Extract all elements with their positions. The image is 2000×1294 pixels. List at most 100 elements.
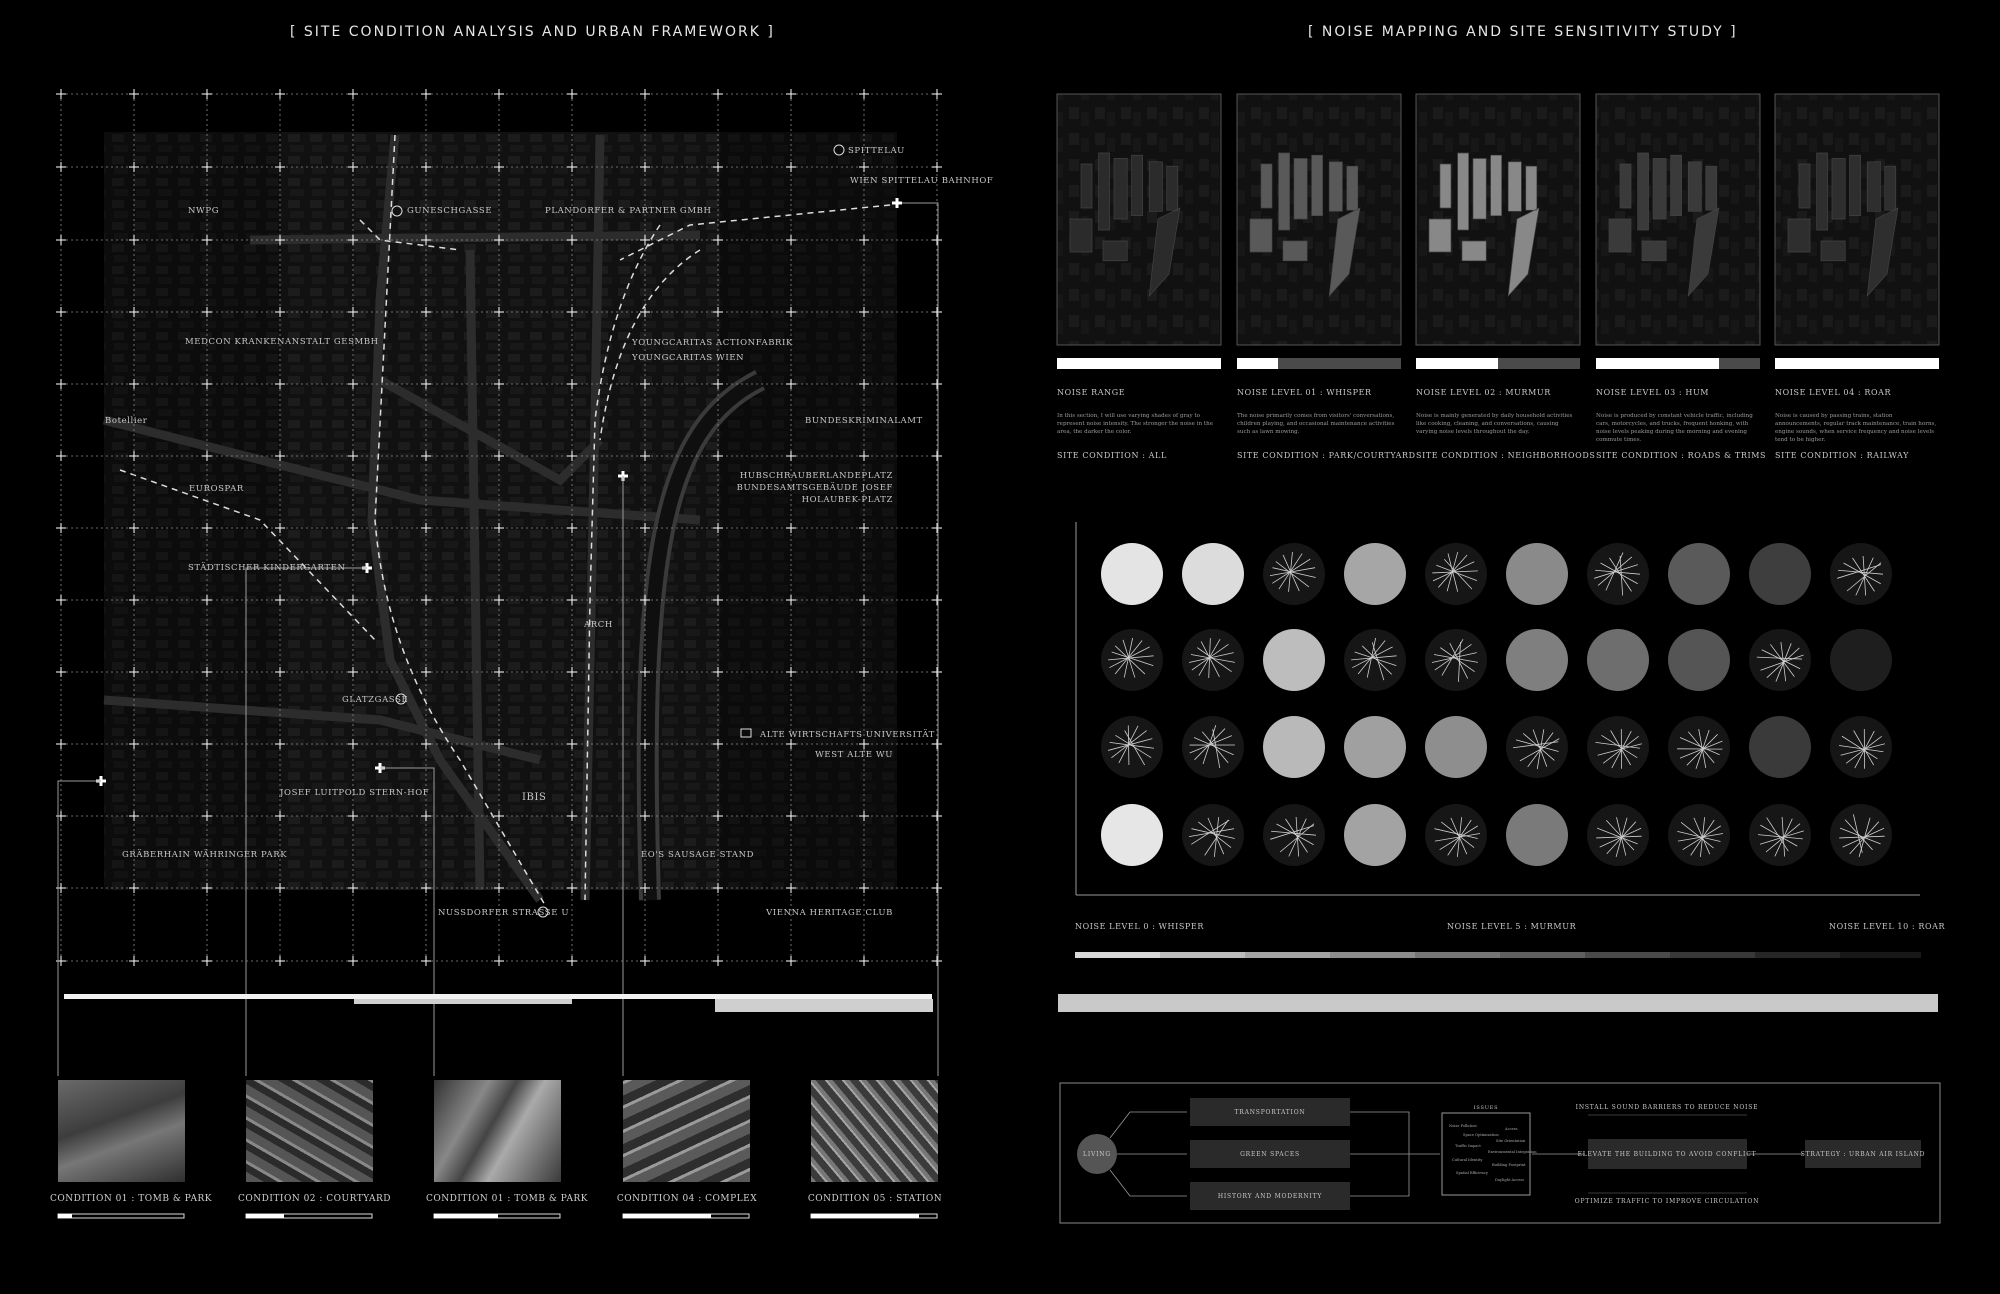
issue-item: Spatial Efficiency: [1456, 1171, 1489, 1175]
label-vienna-heritage: VIENNA HERITAGE CLUB: [765, 908, 893, 918]
condition-04: [623, 1080, 750, 1182]
noise-photo-circle: [1101, 716, 1163, 778]
label-medcon: MEDCON KRANKENANSTALT GESMBH: [185, 337, 379, 347]
label-arch: ARCH: [583, 620, 613, 630]
scale-right: NOISE LEVEL 10 : ROAR: [1829, 922, 1946, 931]
noise-level-desc-5: Noise is caused by passing trains, stati…: [1775, 413, 1937, 443]
noise-photo-circle: [1587, 716, 1649, 778]
label-youngcaritas-action: YOUNGCARITAS ACTIONFABRIK: [631, 338, 793, 348]
label-nussdorfer: NUSSDORFER STRASSE U: [438, 908, 569, 918]
noise-site-condition-2: SITE CONDITION : PARK/COURTYARD: [1237, 451, 1416, 460]
issue-item: Access: [1504, 1127, 1518, 1131]
scale-mid: NOISE LEVEL 5 : MURMUR: [1447, 922, 1577, 931]
condition-caption-04: CONDITION 04 : COMPLEX: [616, 1194, 758, 1204]
noise-level-desc-1: In this section, I will use varying shad…: [1057, 413, 1214, 435]
noise-photo-circle: [1749, 629, 1811, 691]
condition-01: [58, 1080, 185, 1182]
noise-bar-fill: [1596, 358, 1719, 369]
issue-item: Daylight Access: [1495, 1178, 1524, 1182]
issue-item: Site Orientation: [1496, 1139, 1526, 1143]
issue-item: Cultural Identity: [1452, 1158, 1483, 1162]
label-guneschgasse: GUNESCHGASSE: [407, 206, 492, 216]
optimize-traffic: OPTIMIZE TRAFFIC TO IMPROVE CIRCULATION: [1575, 1198, 1760, 1205]
noise-photo-circle: [1182, 804, 1244, 866]
noise-shade-circle: [1506, 629, 1568, 691]
elevate-box: ELEVATE THE BUILDING TO AVOID CONFLICT: [1578, 1151, 1757, 1158]
noise-site-condition-1: SITE CONDITION : ALL: [1057, 451, 1167, 460]
noise-photo-circle: [1830, 804, 1892, 866]
noise-photo-circle: [1263, 543, 1325, 605]
label-ibis: IBIS: [522, 792, 547, 803]
label-hubschrauber-3: HOLAUBEK-PLATZ: [802, 495, 893, 505]
noise-shade-circle: [1182, 543, 1244, 605]
strategy-box: STRATEGY : URBAN AIR ISLAND: [1801, 1151, 1926, 1158]
noise-photo-circle: [1425, 629, 1487, 691]
noise-shade-circle: [1830, 629, 1892, 691]
label-kindergarten: STÄDTISCHER KINDERGARTEN: [188, 561, 346, 573]
noise-shade-circle: [1587, 629, 1649, 691]
issue-item: Environmental Integration: [1488, 1150, 1537, 1154]
condition-caption-02: CONDITION 02 : COURTYARD: [238, 1194, 391, 1204]
label-eurospar: EUROSPAR: [189, 484, 244, 494]
noise-bar-2: [1237, 358, 1401, 369]
condition-caption-03: CONDITION 01 : TOMB & PARK: [426, 1194, 588, 1204]
noise-bar-fill: [1057, 358, 1221, 369]
label-graeberhain: GRÄBERHAIN WÄHRINGER PARK: [122, 848, 287, 860]
noise-shade-circle: [1749, 543, 1811, 605]
noise-circle-matrix: [1075, 522, 1920, 896]
noise-shade-circle: [1263, 716, 1325, 778]
noise-shade-circle: [1101, 543, 1163, 605]
noise-photo-circle: [1668, 804, 1730, 866]
label-nwpg: NWPG: [188, 206, 219, 216]
noise-bar-fill: [1775, 358, 1939, 369]
noise-shade-circle: [1506, 543, 1568, 605]
noise-photo-circle: [1182, 629, 1244, 691]
noise-bar-5: [1775, 358, 1939, 369]
noise-shade-circle: [1749, 716, 1811, 778]
issues-title: ISSUES: [1474, 1105, 1499, 1111]
label-spittelau: SPITTELAU: [848, 146, 905, 156]
label-hubschrauber-2: BUNDESAMTSGEBÄUDE JOSEF: [737, 481, 893, 493]
noise-bar-3: [1416, 358, 1580, 369]
label-plandorfer: PLANDORFER & PARTNER GMBH: [545, 206, 712, 216]
strategy-diagram: LIVING TRANSPORTATION GREEN SPACES HISTO…: [1059, 1082, 1941, 1224]
condition-bars: [57, 1213, 938, 1219]
noise-photo-circle: [1425, 804, 1487, 866]
condition-02: [246, 1080, 373, 1182]
noise-site-condition-5: SITE CONDITION : RAILWAY: [1775, 451, 1909, 460]
label-josef: JOSEF LUITPOLD STERN-HOF: [279, 788, 429, 798]
label-alte-wu: ALTE WIRTSCHAFTS UNIVERSITÄT: [759, 728, 935, 740]
label-botellier: Botellier: [105, 416, 148, 426]
map-scale-bar: [64, 994, 933, 1012]
noise-shade-circle: [1506, 804, 1568, 866]
noise-shade-circle: [1668, 629, 1730, 691]
issue-item: Noise Pollution: [1449, 1124, 1477, 1128]
label-hubschrauber-1: HUBSCHRAUBERLANDEPLATZ: [740, 471, 893, 481]
label-wien-spittelau: WIEN SPITTELAU BAHNHOF: [850, 176, 993, 186]
noise-bar-fill: [1237, 358, 1278, 369]
noise-photo-circle: [1830, 716, 1892, 778]
condition-caption-01: CONDITION 01 : TOMB & PARK: [50, 1194, 212, 1204]
noise-shade-circle: [1344, 804, 1406, 866]
noise-level-desc-3: Noise is mainly generated by daily house…: [1416, 413, 1573, 435]
green-spaces-box: GREEN SPACES: [1240, 1151, 1300, 1158]
condition-caption-05: CONDITION 05 : STATION: [807, 1194, 943, 1204]
label-west-alte-wu: WEST ALTE WU: [815, 750, 893, 760]
noise-shade-circle: [1263, 629, 1325, 691]
noise-shade-circle: [1425, 716, 1487, 778]
noise-site-condition-3: SITE CONDITION : NEIGHBORHOODS: [1416, 451, 1596, 460]
noise-bar-1: [1057, 358, 1221, 369]
noise-shade-circle: [1668, 543, 1730, 605]
issue-item: Traffic Impact: [1455, 1144, 1481, 1148]
living-label: LIVING: [1083, 1151, 1111, 1158]
label-youngcaritas-wien: YOUNGCARITAS WIEN: [631, 353, 744, 363]
noise-photo-circle: [1668, 716, 1730, 778]
issue-item: Space Optimization: [1463, 1133, 1499, 1137]
grey-divider-bar: [1058, 994, 1938, 1012]
noise-maps: [1056, 93, 1940, 346]
noise-level-title-2: NOISE LEVEL 01 : WHISPER: [1237, 388, 1372, 397]
noise-gradient-bar: [1075, 952, 1921, 958]
noise-level-title-1: NOISE RANGE: [1057, 388, 1126, 397]
noise-shade-circle: [1101, 804, 1163, 866]
noise-shade-circle: [1344, 543, 1406, 605]
